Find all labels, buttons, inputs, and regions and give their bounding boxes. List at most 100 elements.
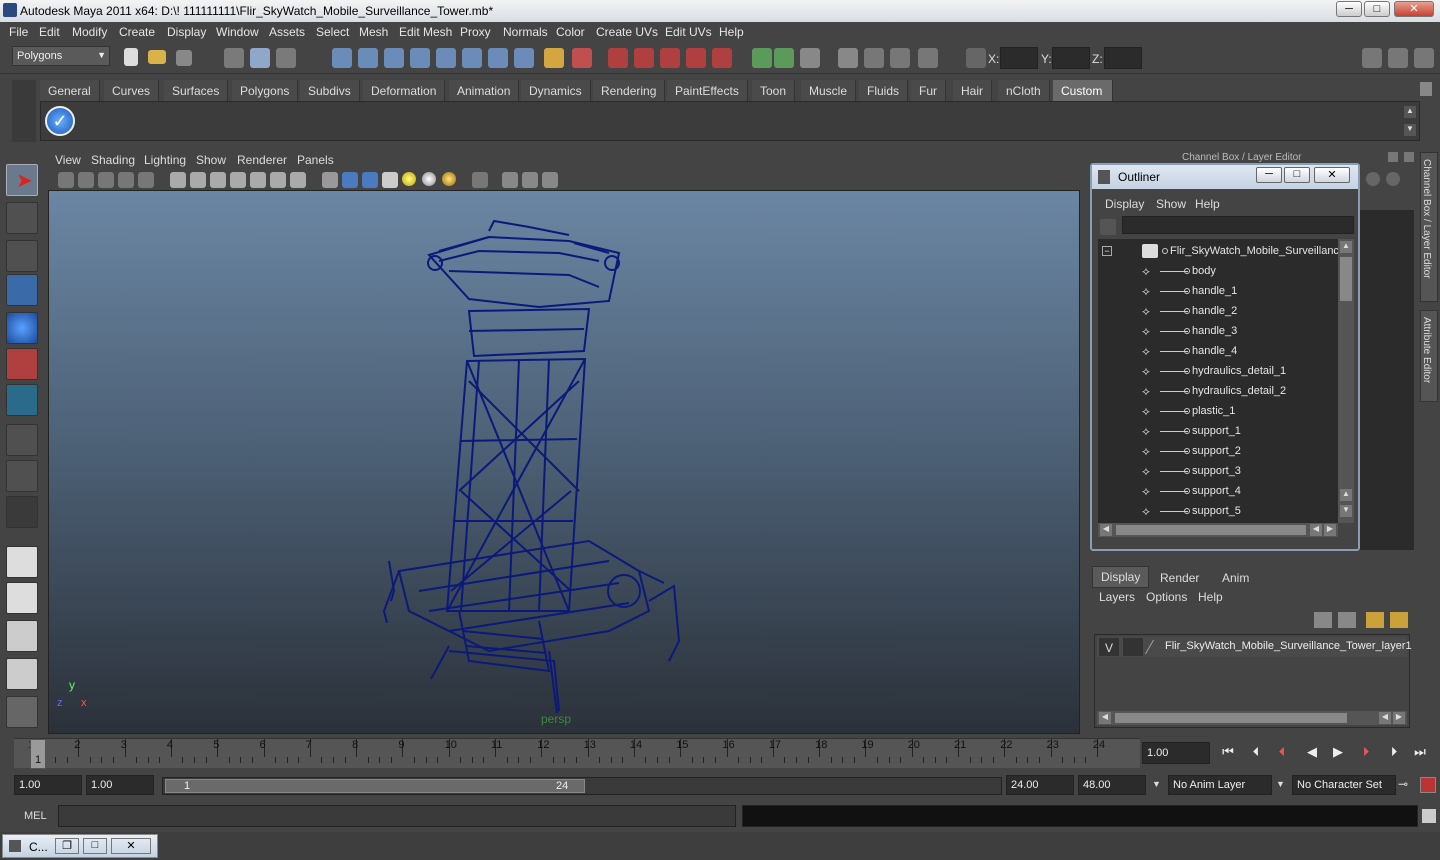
time-slider[interactable]: 1234567891011121314151617181920212223241	[14, 738, 1140, 769]
vp-menu-view[interactable]: View	[55, 153, 81, 167]
transform-icon[interactable]	[966, 48, 986, 68]
tab-fur[interactable]: Fur	[911, 80, 946, 101]
select-object-icon[interactable]	[250, 48, 270, 68]
channel-tool-icon[interactable]	[1366, 172, 1380, 186]
menu-select[interactable]: Select	[316, 25, 349, 39]
scroll-thumb[interactable]	[1340, 257, 1352, 301]
show-manip-tool-icon[interactable]	[6, 460, 38, 492]
render-view-icon[interactable]	[712, 48, 732, 68]
menu-edit-mesh[interactable]: Edit Mesh	[399, 25, 452, 39]
attribute-editor-toggle-icon[interactable]	[1388, 48, 1408, 68]
tab-toon[interactable]: Toon	[752, 80, 796, 101]
list-item[interactable]: ⟡ support_1	[1098, 421, 1338, 441]
list-item[interactable]: ⟡ hydraulics_detail_2	[1098, 381, 1338, 401]
menu-modify[interactable]: Modify	[72, 25, 107, 39]
scroll-right2-icon[interactable]: ▶	[1324, 524, 1336, 536]
outliner-layout-icon[interactable]	[6, 620, 38, 652]
chevron-down-icon[interactable]: ▼	[1276, 779, 1285, 789]
step-forward-frame-icon[interactable]: ⏵	[1356, 744, 1376, 764]
go-to-end-icon[interactable]: ⏭	[1410, 744, 1430, 764]
rotate-tool-icon[interactable]	[6, 312, 38, 344]
tab-general[interactable]: General	[40, 80, 100, 101]
clipboard-icon[interactable]	[800, 48, 820, 68]
camera-icon[interactable]	[58, 172, 74, 188]
share-icon[interactable]	[542, 172, 558, 188]
image-plane-icon[interactable]	[118, 172, 134, 188]
step-back-key-icon[interactable]: ⏴	[1246, 744, 1266, 764]
step-forward-key-icon[interactable]: ⏵	[1384, 744, 1404, 764]
tab-custom[interactable]: Custom	[1053, 80, 1113, 101]
menu-window[interactable]: Window	[216, 25, 259, 39]
close-button[interactable]: ✕	[111, 838, 151, 854]
select-component-icon[interactable]	[276, 48, 296, 68]
play-backward-icon[interactable]: ◀	[1302, 744, 1322, 764]
tab-polygons[interactable]: Polygons	[232, 80, 299, 101]
hypershade-layout-icon[interactable]	[6, 696, 38, 728]
layer-menu-options[interactable]: Options	[1146, 590, 1187, 604]
tab-hair[interactable]: Hair	[953, 80, 993, 101]
layer-hscrollbar[interactable]: ◀ ◀ ▶	[1097, 711, 1407, 725]
render-region-icon[interactable]	[572, 48, 592, 68]
layer-visibility-toggle[interactable]: V	[1099, 638, 1119, 656]
snap-point-icon[interactable]	[384, 48, 404, 68]
xray-joint-icon[interactable]	[522, 172, 538, 188]
ipr-render-icon[interactable]	[634, 48, 654, 68]
shelf-grip[interactable]	[12, 80, 36, 142]
cam2-icon[interactable]	[774, 48, 794, 68]
shelf-scroll-down-icon[interactable]: ▼	[1404, 124, 1416, 136]
list-item[interactable]: − Flir_SkyWatch_Mobile_Surveillance	[1098, 241, 1345, 261]
chevron-down-icon[interactable]: ▼	[1152, 779, 1161, 789]
film-gate-icon[interactable]	[138, 172, 154, 188]
outliner-hscrollbar[interactable]: ◀ ◀ ▶	[1098, 523, 1338, 537]
history-icon[interactable]	[436, 48, 456, 68]
cube-shaded-icon[interactable]	[342, 172, 358, 188]
hscroll-thumb[interactable]	[1116, 525, 1306, 535]
scroll-left-icon[interactable]: ◀	[1100, 524, 1112, 536]
list-item[interactable]: ⟡ handle_4	[1098, 341, 1338, 361]
outliner-menu-display[interactable]: Display	[1105, 197, 1144, 211]
light-selected-icon[interactable]	[442, 172, 456, 186]
film3-icon[interactable]	[890, 48, 910, 68]
checker-icon[interactable]	[382, 172, 398, 188]
outliner-vscrollbar[interactable]: ▲ ▲ ▼	[1338, 239, 1354, 523]
vp-menu-panels[interactable]: Panels	[297, 153, 334, 167]
open-scene-icon[interactable]	[148, 50, 166, 64]
snap-plane-icon[interactable]	[410, 48, 430, 68]
side-tab-channel-box[interactable]: Channel Box / Layer Editor	[1420, 152, 1438, 302]
question-icon[interactable]	[514, 48, 534, 68]
layer-type-toggle[interactable]	[1123, 638, 1143, 656]
manipulator-tool-icon[interactable]	[6, 384, 38, 416]
flat-shade-icon[interactable]	[230, 172, 246, 188]
tab-rendering[interactable]: Rendering	[593, 80, 666, 101]
film4-icon[interactable]	[918, 48, 938, 68]
tab-deformation[interactable]: Deformation	[363, 80, 446, 101]
side-tab-attribute-editor[interactable]: Attribute Editor	[1420, 310, 1438, 402]
anim-layer-select[interactable]: No Anim Layer	[1168, 775, 1272, 795]
list-item[interactable]: ⟡ handle_1	[1098, 281, 1338, 301]
film-icon[interactable]	[838, 48, 858, 68]
cam-icon[interactable]	[752, 48, 772, 68]
text-icon[interactable]	[290, 172, 306, 188]
current-frame-marker[interactable]: 1	[30, 739, 46, 769]
maximize-button[interactable]: □	[1364, 1, 1390, 17]
mel-input[interactable]	[58, 805, 736, 827]
menu-create-uvs[interactable]: Create UVs	[596, 25, 658, 39]
new-layer-selected-icon[interactable]	[1390, 612, 1408, 628]
channel-tool2-icon[interactable]	[1386, 172, 1400, 186]
channel-box-toggle-icon[interactable]	[1362, 48, 1382, 68]
lock-icon[interactable]	[544, 48, 564, 68]
list-item[interactable]: ⟡ hydraulics_detail_1	[1098, 361, 1338, 381]
new-layer-icon[interactable]	[1366, 612, 1384, 628]
wireframe-icon[interactable]	[190, 172, 206, 188]
textured-icon[interactable]	[270, 172, 286, 188]
hypershade-icon[interactable]	[686, 48, 706, 68]
render-settings-icon[interactable]	[660, 48, 680, 68]
layer-hscroll-thumb[interactable]	[1115, 713, 1347, 723]
vp-menu-shading[interactable]: Shading	[91, 153, 135, 167]
tab-surfaces[interactable]: Surfaces	[164, 80, 229, 101]
vp-menu-show[interactable]: Show	[196, 153, 226, 167]
maximize-button[interactable]: □	[83, 838, 107, 854]
outliner-menu-show[interactable]: Show	[1156, 197, 1186, 211]
scroll-left2-icon[interactable]: ◀	[1379, 712, 1391, 724]
end-time-field[interactable]: 48.00	[1078, 775, 1146, 795]
